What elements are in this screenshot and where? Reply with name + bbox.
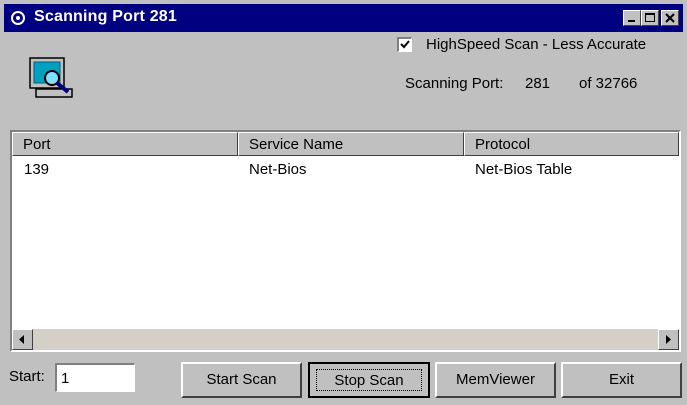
minimize-button[interactable]: [623, 10, 641, 26]
highspeed-label[interactable]: HighSpeed Scan - Less Accurate: [426, 36, 646, 53]
memviewer-button[interactable]: MemViewer: [435, 362, 556, 398]
current-port-value: 281: [525, 75, 551, 92]
port-total-text: of 32766: [579, 75, 638, 92]
column-header-service-name[interactable]: Service Name: [238, 132, 464, 156]
scroll-right-button[interactable]: [658, 329, 679, 350]
stop-scan-label: Stop Scan: [316, 369, 422, 391]
cell-protocol: Net-Bios Table: [475, 161, 573, 178]
app-small-icon: [11, 11, 25, 25]
highspeed-checkbox[interactable]: [397, 37, 412, 52]
start-label: Start:: [9, 368, 45, 385]
close-icon: [665, 13, 675, 23]
horizontal-scrollbar[interactable]: [12, 329, 679, 350]
scroll-left-button[interactable]: [12, 329, 33, 350]
results-list[interactable]: Port Service Name Protocol 139 Net-Bios …: [10, 130, 681, 352]
computer-magnifier-icon: [29, 57, 73, 98]
exit-button[interactable]: Exit: [561, 362, 682, 398]
checkmark-icon: [400, 40, 410, 49]
title-bar[interactable]: Scanning Port 281: [4, 4, 683, 32]
start-scan-button[interactable]: Start Scan: [181, 362, 302, 398]
column-header-protocol[interactable]: Protocol: [464, 132, 679, 156]
stop-scan-button[interactable]: Stop Scan: [308, 362, 430, 398]
arrow-right-icon: [666, 335, 671, 344]
minimize-icon: [628, 20, 635, 22]
port-scanner-window: Scanning Port 281 HighSpeed Scan - Less …: [0, 0, 687, 405]
maximize-icon: [645, 13, 655, 22]
start-port-input[interactable]: [55, 363, 135, 392]
column-header-port[interactable]: Port: [12, 132, 238, 156]
cell-port: 139: [24, 161, 50, 178]
maximize-button[interactable]: [641, 10, 659, 26]
arrow-left-icon: [19, 335, 24, 344]
scanning-port-label: Scanning Port:: [405, 75, 504, 92]
cell-service-name: Net-Bios: [249, 161, 307, 178]
close-button[interactable]: [661, 10, 679, 26]
window-title: Scanning Port 281: [34, 8, 177, 25]
